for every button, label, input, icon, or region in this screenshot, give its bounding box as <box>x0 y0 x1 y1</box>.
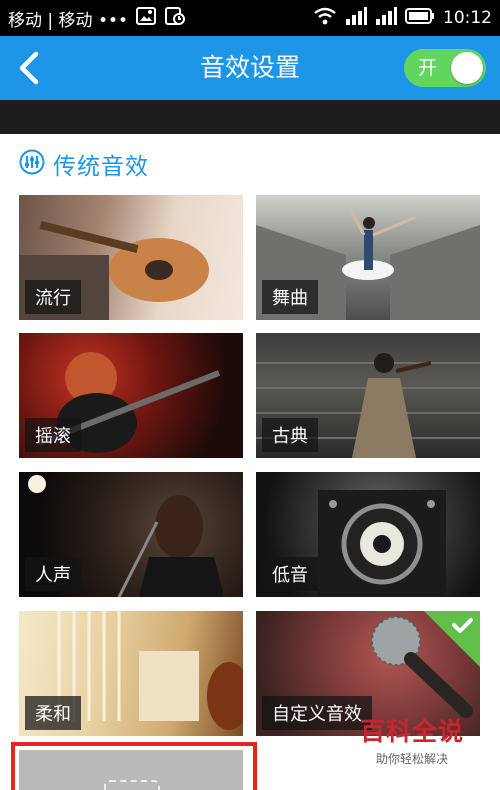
preset-label: 低音 <box>262 557 318 591</box>
picture-icon <box>136 6 157 30</box>
chevron-left-icon <box>10 51 50 92</box>
watermark-tagline: 助你轻松解决 <box>375 752 448 766</box>
toggle-knob <box>451 52 483 84</box>
title-bar: 音效设置 开 <box>0 36 500 100</box>
section-title: 传统音效 <box>53 154 149 180</box>
preset-tile-dance[interactable]: 舞曲 <box>256 195 480 320</box>
wifi-icon <box>313 7 337 30</box>
toggle-label: 开 <box>418 57 438 79</box>
back-button[interactable] <box>10 48 50 88</box>
sync-icon <box>164 6 186 31</box>
selected-check-icon <box>424 611 480 667</box>
section-header: 传统音效 <box>19 147 149 181</box>
preset-label: 摇滚 <box>25 418 81 452</box>
battery-icon <box>405 7 435 30</box>
watermark-brand: 百科全说 <box>359 717 464 746</box>
signal-icon <box>345 6 367 30</box>
preset-tile-soft[interactable]: 柔和 <box>19 611 243 736</box>
clock-text: 10:12 <box>443 8 492 28</box>
preset-tile-vocal[interactable]: 人声 <box>19 472 243 597</box>
preset-tile-classical[interactable]: 古典 <box>256 333 480 458</box>
preset-label: 人声 <box>25 557 81 591</box>
preset-tile-pop[interactable]: 流行 <box>19 195 243 320</box>
add-preset-placeholder <box>104 780 160 790</box>
banner-strip <box>0 100 500 134</box>
preset-tile-rock[interactable]: 摇滚 <box>19 333 243 458</box>
preset-label: 柔和 <box>25 696 81 730</box>
preset-tile-bass[interactable]: 低音 <box>256 472 480 597</box>
carrier-text: 移动 | 移动 ••• <box>8 10 129 31</box>
preset-label: 舞曲 <box>262 280 318 314</box>
status-bar: 移动 | 移动 ••• 10:12 <box>0 0 500 36</box>
sound-effect-toggle[interactable]: 开 <box>404 49 486 87</box>
preset-label: 古典 <box>262 418 318 452</box>
watermark-logo: 百科全说 助你轻松解决 <box>352 712 472 767</box>
signal-icon <box>375 6 397 30</box>
equalizer-icon <box>19 149 45 179</box>
preset-label: 流行 <box>25 280 81 314</box>
